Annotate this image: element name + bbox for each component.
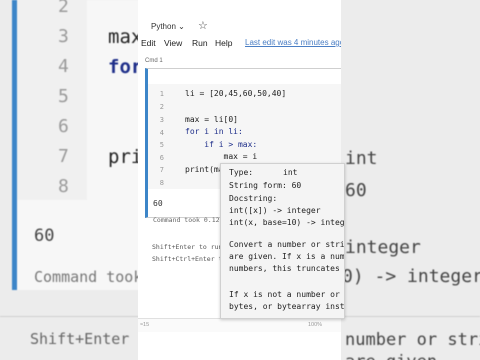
tooltip-type-label: Type: (229, 168, 254, 177)
last-edit-link[interactable]: Last edit was 4 minutes ago (245, 38, 341, 47)
menu-run[interactable]: Run (192, 38, 208, 48)
docstring-tooltip: Type: int String form: 60 Docstring: int… (220, 163, 345, 319)
tooltip-desc-5: bytes, or bytearray instan (229, 302, 345, 311)
hint-shift-enter: Shift+Enter to run (152, 243, 223, 251)
bg-line-number: 7 (58, 146, 69, 167)
bg-right-int: int (345, 148, 378, 169)
bg-right-given: are given. (345, 352, 447, 360)
line-number: 6 (159, 154, 164, 162)
top-bar: Python ⌄ ☆ (138, 0, 341, 36)
bg-right-60: 60 (345, 180, 367, 201)
bg-command-took: Command took (34, 268, 143, 286)
bg-line-number: 5 (58, 86, 69, 107)
tooltip-desc-4: If x is not a number or if (229, 290, 345, 299)
bg-output: 60 (34, 226, 55, 246)
bg-line-number: 8 (58, 176, 69, 197)
line-number: 5 (159, 141, 164, 149)
code-line-3: max = li[0] (185, 115, 238, 124)
command-took-text: Command took 0.12 (153, 216, 220, 224)
tooltip-string-form: String form: 60 (229, 181, 302, 190)
bg-line-number: 4 (58, 56, 69, 77)
code-line-7: print(ma (185, 165, 224, 174)
tooltip-signature-2: int(x, base=10) -> integer (229, 218, 345, 227)
bottom-left-text: ≈15 (140, 322, 150, 328)
bg-line-number: 3 (58, 26, 69, 47)
language-selector[interactable]: Python ⌄ (151, 22, 185, 31)
tooltip-docstring-label: Docstring: (229, 194, 278, 203)
line-number: 1 (159, 90, 164, 98)
cell-label: Cmd 1 (145, 58, 163, 64)
code-line-6: max = i (185, 152, 258, 161)
cell-output: 60 (153, 199, 163, 208)
line-number: 8 (159, 179, 164, 187)
line-number: 2 (159, 103, 164, 111)
zoom-level: 100% (308, 322, 323, 328)
hint-shift-ctrl-enter: Shift+Ctrl+Enter to (152, 255, 227, 263)
code-line-5: if i > max: (185, 140, 258, 149)
bg-gutter (17, 0, 87, 200)
menu-view[interactable]: View (164, 38, 182, 48)
menu-help[interactable]: Help (215, 38, 232, 48)
star-icon[interactable]: ☆ (198, 19, 208, 32)
bg-right-integer2: 0) -> integer (342, 266, 480, 287)
menu-edit[interactable]: Edit (141, 38, 156, 48)
tooltip-desc-2: are given. If x is a numb (229, 252, 345, 261)
bg-line-number: 2 (58, 0, 69, 17)
code-line-4: for i in li: (185, 127, 243, 136)
bg-right-number: number or string (345, 330, 480, 350)
code-line-1: li = [20,45,60,50,40] (185, 89, 287, 98)
line-number: 3 (159, 116, 164, 124)
tooltip-type-value: int (283, 168, 298, 177)
tooltip-desc-1: Convert a number or string (229, 240, 345, 249)
tooltip-signature-1: int([x]) -> integer (229, 206, 321, 215)
bg-line-number: 6 (58, 116, 69, 137)
bg-right-integer: integer (345, 237, 421, 258)
line-number: 7 (159, 166, 164, 174)
tooltip-desc-3: numbers, this truncates to (229, 264, 345, 273)
line-number: 4 (159, 129, 164, 137)
bg-shift-enter: Shift+Enter (30, 330, 130, 348)
